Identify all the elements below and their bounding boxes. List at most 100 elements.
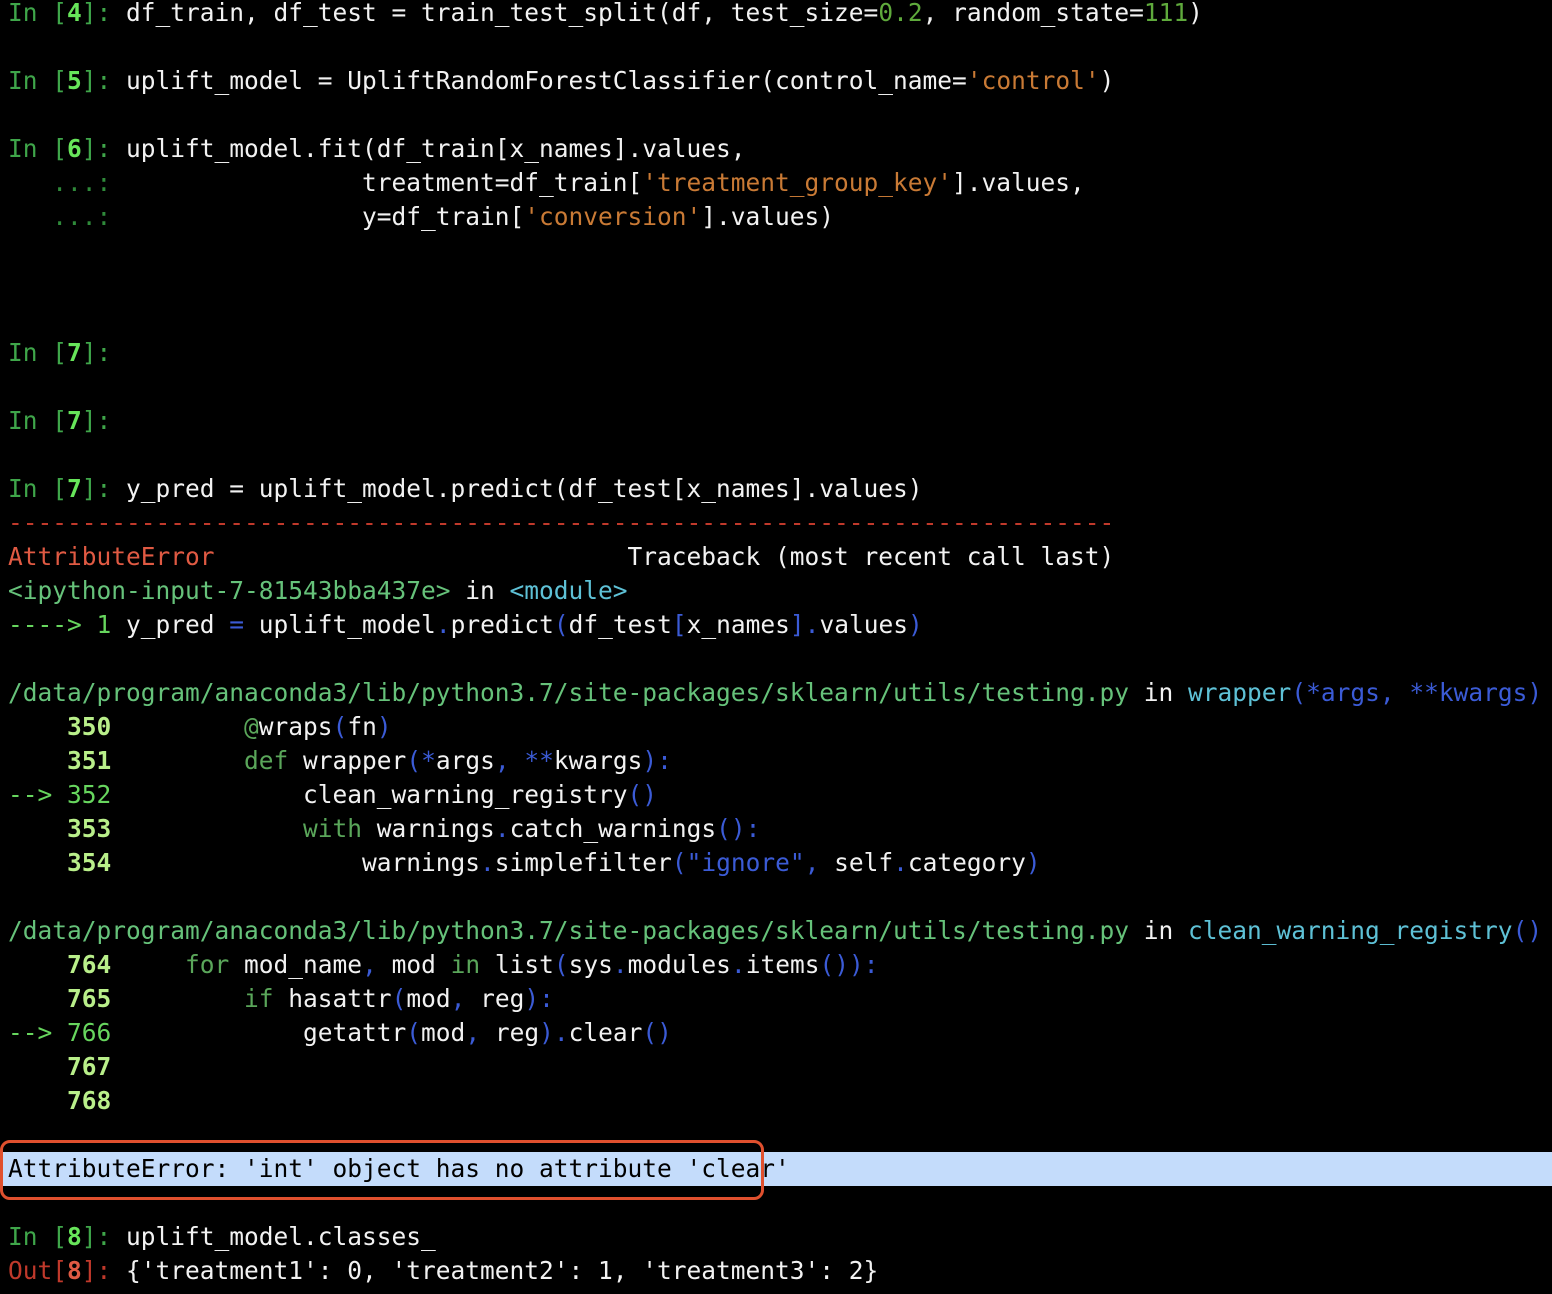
- code-token: args: [435, 746, 495, 775]
- code-token: 8: [67, 1256, 82, 1285]
- code-token: y=df_train[: [126, 202, 525, 231]
- code-token: --> 352: [8, 780, 127, 809]
- code-token: for: [185, 950, 230, 979]
- terminal-line: In [8]: uplift_model.classes_: [0, 1220, 1552, 1254]
- code-token: 767: [8, 1052, 127, 1081]
- code-token: clear: [568, 1018, 643, 1047]
- code-token: =: [229, 610, 245, 639]
- code-token: with: [303, 814, 363, 843]
- code-token: , **: [494, 746, 554, 775]
- code-token: if: [244, 984, 274, 1013]
- code-token: uplift_model: [244, 610, 436, 639]
- code-token: In [: [8, 474, 68, 503]
- code-token: 111: [1143, 0, 1189, 27]
- code-token: (: [553, 610, 569, 639]
- code-token: y_pred: [126, 610, 230, 639]
- code-token: ----------------------------------------…: [8, 508, 1115, 537]
- code-token: clean_warning_registry: [126, 780, 628, 809]
- code-token: uplift_model.fit(df_train[x_names].value…: [126, 134, 746, 163]
- code-token: ]:: [81, 406, 127, 435]
- code-token: mod: [391, 950, 451, 979]
- code-token: /data/program/anaconda3/lib/python3.7/si…: [8, 916, 1130, 945]
- code-token: clean_warning_registry: [1188, 916, 1513, 945]
- code-token: {'treatment1': 0, 'treatment2': 1, 'trea…: [126, 1256, 879, 1285]
- code-token: hasattr: [273, 984, 392, 1013]
- terminal-line: ...: treatment=df_train['treatment_group…: [0, 166, 1552, 200]
- code-token: .: [730, 950, 746, 979]
- code-token: ]:: [81, 338, 127, 367]
- code-token: 354: [8, 848, 127, 877]
- terminal-line: In [4]: df_train, df_test = train_test_s…: [0, 0, 1552, 30]
- code-token: .: [480, 848, 495, 877]
- terminal-line: 353 with warnings.catch_warnings():: [0, 812, 1552, 846]
- code-token: ]:: [81, 1222, 127, 1251]
- terminal-line: In [7]:: [0, 404, 1552, 438]
- code-token: in: [1129, 916, 1189, 945]
- terminal-line: 768: [0, 1084, 1552, 1118]
- code-token: ): [1188, 0, 1203, 27]
- code-token: reg: [480, 984, 525, 1013]
- code-token: 'treatment_group_key': [642, 168, 953, 197]
- code-token: ]: [789, 610, 805, 639]
- code-token: AttributeError: 'int' object has no attr…: [8, 1154, 790, 1183]
- code-token: ...:: [8, 168, 127, 197]
- code-token: mod: [421, 1018, 466, 1047]
- code-token: (: [553, 950, 569, 979]
- terminal-line: /data/program/anaconda3/lib/python3.7/si…: [0, 914, 1552, 948]
- code-token: ]:: [81, 474, 127, 503]
- code-token: 7: [67, 474, 82, 503]
- code-token: items: [745, 950, 820, 979]
- terminal-line: In [7]: y_pred = uplift_model.predict(df…: [0, 472, 1552, 506]
- terminal-line: 765 if hasattr(mod, reg):: [0, 982, 1552, 1016]
- code-token: ]:: [81, 0, 127, 27]
- code-token: "ignore": [686, 848, 805, 877]
- code-token: catch_warnings: [509, 814, 717, 843]
- code-token: [: [671, 610, 687, 639]
- terminal-line: <ipython-input-7-81543bba437e> in <modul…: [0, 574, 1552, 608]
- code-token: wraps: [258, 712, 333, 741]
- terminal-line: ...: y=df_train['conversion'].values): [0, 200, 1552, 234]
- terminal-line: 767: [0, 1050, 1552, 1084]
- code-token: ].values,: [952, 168, 1085, 197]
- code-token: 6: [67, 134, 82, 163]
- code-token: ): [907, 610, 923, 639]
- code-token: mod_name: [229, 950, 363, 979]
- code-token: reg: [494, 1018, 540, 1047]
- code-token: (: [391, 984, 407, 1013]
- code-token: In [: [8, 0, 68, 27]
- code-token: ...:: [8, 202, 127, 231]
- code-token: .: [893, 848, 908, 877]
- code-token: warnings: [362, 814, 495, 843]
- code-token: (: [332, 712, 348, 741]
- code-token: self: [834, 848, 894, 877]
- code-token: predict: [450, 610, 554, 639]
- code-token: 351: [8, 746, 127, 775]
- terminal-output: In [4]: df_train, df_test = train_test_s…: [0, 0, 1552, 1288]
- code-token: mod: [406, 984, 451, 1013]
- code-token: 350: [8, 712, 127, 741]
- code-token: , random_state=: [922, 0, 1144, 27]
- code-token: uplift_model.classes_: [126, 1222, 436, 1251]
- code-token: 4: [67, 0, 82, 27]
- code-token: ):: [642, 746, 672, 775]
- code-token: (: [406, 1018, 422, 1047]
- terminal-line: In [6]: uplift_model.fit(df_train[x_name…: [0, 132, 1552, 166]
- code-token: in: [450, 576, 510, 605]
- code-token: wrapper: [1188, 678, 1292, 707]
- code-token: df_train, df_test = train_test_split(df,…: [126, 0, 879, 27]
- terminal-line: 350 @wraps(fn): [0, 710, 1552, 744]
- code-token: y_pred = uplift_model.predict(df_test[x_…: [126, 474, 923, 503]
- code-token: ]:: [81, 66, 127, 95]
- terminal-line: Out[8]: {'treatment1': 0, 'treatment2': …: [0, 1254, 1552, 1288]
- terminal-line: --> 766 getattr(mod, reg).clear(): [0, 1016, 1552, 1050]
- code-token: In [: [8, 1222, 68, 1251]
